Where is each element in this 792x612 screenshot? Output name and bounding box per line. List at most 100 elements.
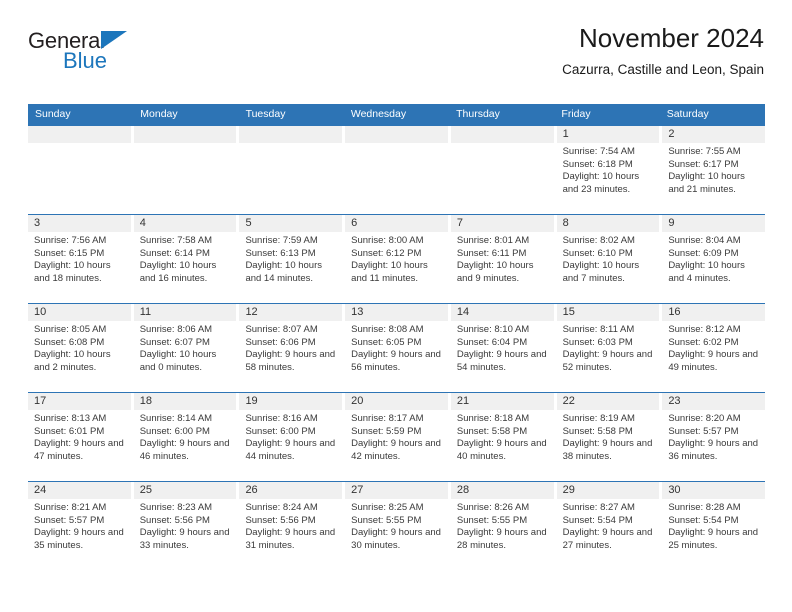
day-number: 30 bbox=[662, 482, 766, 499]
title-block: November 2024 Cazurra, Castille and Leon… bbox=[562, 23, 764, 78]
calendar-day-cell[interactable]: 29 Sunrise: 8:27 AM Sunset: 5:54 PM Dayligh… bbox=[556, 482, 663, 570]
sunset-text: Sunset: 6:03 PM bbox=[562, 336, 633, 348]
sunset-text: Sunset: 5:56 PM bbox=[139, 514, 210, 526]
sunset-text: Sunset: 5:55 PM bbox=[351, 514, 422, 526]
sunset-text: Sunset: 5:55 PM bbox=[456, 514, 528, 526]
sunset-text: Sunset: 6:01 PM bbox=[34, 425, 105, 437]
calendar-day-cell[interactable]: 3 Sunrise: 7:56 AM Sunset: 6:15 PM Daylight… bbox=[28, 215, 134, 303]
calendar-day-cell-empty bbox=[133, 126, 240, 214]
sunset-text: Sunset: 6:00 PM bbox=[245, 425, 316, 437]
calendar-day-cell[interactable]: 20 Sunrise: 8:17 AM Sunset: 5:59 PM Dayligh… bbox=[345, 393, 451, 481]
calendar-day-cell[interactable]: 2 Sunrise: 7:55 AM Sunset: 6:17 PM Daylight… bbox=[662, 126, 766, 214]
calendar-day-cell[interactable]: 22 Sunrise: 8:19 AM Sunset: 5:58 PM Dayligh… bbox=[556, 393, 663, 481]
day-number: 19 bbox=[239, 393, 343, 410]
daylight-text: Daylight: 9 hours and 25 minutes. bbox=[668, 527, 759, 551]
calendar-day-cell[interactable]: 24 Sunrise: 8:21 AM Sunset: 5:57 PM Dayligh… bbox=[28, 482, 134, 570]
day-number: 5 bbox=[239, 215, 343, 232]
day-number: 7 bbox=[450, 215, 554, 232]
daylight-text: Daylight: 9 hours and 30 minutes. bbox=[351, 527, 441, 551]
daylight-text: Daylight: 9 hours and 28 minutes. bbox=[456, 527, 547, 551]
sunrise-text: Sunrise: 8:19 AM bbox=[562, 413, 635, 424]
sunrise-text: Sunrise: 8:11 AM bbox=[562, 324, 635, 335]
sunset-text: Sunset: 6:07 PM bbox=[139, 336, 210, 348]
calendar-day-cell[interactable]: 16 Sunrise: 8:12 AM Sunset: 6:02 PM Dayligh… bbox=[662, 304, 766, 392]
calendar-day-cell[interactable]: 8 Sunrise: 8:02 AM Sunset: 6:10 PM Daylight… bbox=[556, 215, 663, 303]
calendar-day-cell[interactable]: 7 Sunrise: 8:01 AM Sunset: 6:11 PM Daylight… bbox=[450, 215, 557, 303]
sunset-text: Sunset: 6:10 PM bbox=[562, 247, 633, 259]
sunset-text: Sunset: 6:12 PM bbox=[351, 247, 422, 259]
calendar-day-cell[interactable]: 28 Sunrise: 8:26 AM Sunset: 5:55 PM Dayligh… bbox=[450, 482, 557, 570]
calendar-day-cell[interactable]: 17 Sunrise: 8:13 AM Sunset: 6:01 PM Dayligh… bbox=[28, 393, 134, 481]
daylight-text: Daylight: 9 hours and 49 minutes. bbox=[668, 349, 759, 373]
day-details: Sunrise: 8:14 AM Sunset: 6:00 PM Daylight:… bbox=[134, 410, 237, 463]
calendar-day-cell[interactable]: 27 Sunrise: 8:25 AM Sunset: 5:55 PM Dayligh… bbox=[345, 482, 451, 570]
day-number: 11 bbox=[133, 304, 237, 321]
day-number: 20 bbox=[345, 393, 448, 410]
calendar-day-cell[interactable]: 4 Sunrise: 7:58 AM Sunset: 6:14 PM Daylight… bbox=[133, 215, 240, 303]
sunrise-text: Sunrise: 8:27 AM bbox=[562, 502, 635, 513]
sunrise-text: Sunrise: 8:18 AM bbox=[456, 413, 530, 424]
daylight-text: Daylight: 9 hours and 36 minutes. bbox=[668, 438, 759, 462]
sunrise-text: Sunrise: 8:16 AM bbox=[245, 413, 318, 424]
day-details: Sunrise: 8:01 AM Sunset: 6:11 PM Daylight:… bbox=[451, 232, 554, 285]
sunrise-text: Sunrise: 8:13 AM bbox=[34, 413, 107, 424]
calendar-day-cell[interactable]: 30 Sunrise: 8:28 AM Sunset: 5:54 PM Dayligh… bbox=[662, 482, 766, 570]
calendar-day-cell[interactable]: 10 Sunrise: 8:05 AM Sunset: 6:08 PM Dayligh… bbox=[28, 304, 134, 392]
day-details: Sunrise: 8:23 AM Sunset: 5:56 PM Daylight:… bbox=[134, 499, 237, 552]
logo-triangle-icon bbox=[101, 31, 127, 49]
calendar-day-cell[interactable]: 19 Sunrise: 8:16 AM Sunset: 6:00 PM Dayligh… bbox=[239, 393, 346, 481]
sunrise-text: Sunrise: 8:04 AM bbox=[668, 235, 741, 246]
sunset-text: Sunset: 5:58 PM bbox=[456, 425, 528, 437]
day-number: 14 bbox=[450, 304, 554, 321]
daylight-text: Daylight: 9 hours and 42 minutes. bbox=[351, 438, 441, 462]
calendar-day-cell[interactable]: 15 Sunrise: 8:11 AM Sunset: 6:03 PM Dayligh… bbox=[556, 304, 663, 392]
calendar-day-cell[interactable]: 9 Sunrise: 8:04 AM Sunset: 6:09 PM Daylight… bbox=[662, 215, 766, 303]
sunset-text: Sunset: 5:54 PM bbox=[668, 514, 739, 526]
calendar-day-cell[interactable]: 6 Sunrise: 8:00 AM Sunset: 6:12 PM Daylight… bbox=[345, 215, 451, 303]
calendar-week-row: 1 Sunrise: 7:54 AM Sunset: 6:18 PM Daylight… bbox=[28, 125, 766, 214]
day-number: 3 bbox=[28, 215, 131, 232]
sunrise-text: Sunrise: 7:55 AM bbox=[668, 146, 741, 157]
calendar-day-cell[interactable]: 18 Sunrise: 8:14 AM Sunset: 6:00 PM Dayligh… bbox=[133, 393, 240, 481]
sunset-text: Sunset: 6:00 PM bbox=[139, 425, 210, 437]
calendar-day-cell[interactable]: 26 Sunrise: 8:24 AM Sunset: 5:56 PM Dayligh… bbox=[239, 482, 346, 570]
sunrise-text: Sunrise: 8:26 AM bbox=[456, 502, 530, 513]
calendar-day-cell[interactable]: 1 Sunrise: 7:54 AM Sunset: 6:18 PM Daylight… bbox=[556, 126, 663, 214]
calendar-day-cell[interactable]: 14 Sunrise: 8:10 AM Sunset: 6:04 PM Dayligh… bbox=[450, 304, 557, 392]
sunset-text: Sunset: 6:13 PM bbox=[245, 247, 316, 259]
daylight-text: Daylight: 9 hours and 40 minutes. bbox=[456, 438, 547, 462]
calendar-day-cell-empty bbox=[28, 126, 134, 214]
sunset-text: Sunset: 6:18 PM bbox=[562, 158, 633, 170]
calendar-day-cell[interactable]: 25 Sunrise: 8:23 AM Sunset: 5:56 PM Dayligh… bbox=[133, 482, 240, 570]
sunset-text: Sunset: 5:57 PM bbox=[34, 514, 105, 526]
day-number bbox=[450, 126, 554, 143]
daylight-text: Daylight: 9 hours and 35 minutes. bbox=[34, 527, 124, 551]
calendar-day-cell[interactable]: 5 Sunrise: 7:59 AM Sunset: 6:13 PM Daylight… bbox=[239, 215, 346, 303]
sunrise-text: Sunrise: 7:54 AM bbox=[562, 146, 635, 157]
logo-text-blue: Blue bbox=[63, 48, 108, 73]
day-number: 13 bbox=[345, 304, 448, 321]
general-blue-logo[interactable]: General Blue bbox=[28, 30, 168, 80]
daylight-text: Daylight: 10 hours and 4 minutes. bbox=[668, 260, 745, 284]
day-number: 26 bbox=[239, 482, 343, 499]
day-number: 12 bbox=[239, 304, 343, 321]
sunrise-text: Sunrise: 8:24 AM bbox=[245, 502, 318, 513]
day-details: Sunrise: 8:13 AM Sunset: 6:01 PM Daylight:… bbox=[28, 410, 131, 463]
weekday-header-row: Sunday Monday Tuesday Wednesday Thursday Frid… bbox=[28, 104, 765, 125]
day-number: 16 bbox=[662, 304, 766, 321]
calendar-day-cell[interactable]: 23 Sunrise: 8:20 AM Sunset: 5:57 PM Dayligh… bbox=[662, 393, 766, 481]
sunset-text: Sunset: 6:09 PM bbox=[668, 247, 739, 259]
day-number bbox=[28, 126, 131, 143]
sunset-text: Sunset: 5:57 PM bbox=[668, 425, 739, 437]
calendar-day-cell[interactable]: 12 Sunrise: 8:07 AM Sunset: 6:06 PM Dayligh… bbox=[239, 304, 346, 392]
calendar-day-cell[interactable]: 13 Sunrise: 8:08 AM Sunset: 6:05 PM Dayligh… bbox=[345, 304, 451, 392]
sunset-text: Sunset: 6:04 PM bbox=[456, 336, 528, 348]
daylight-text: Daylight: 10 hours and 21 minutes. bbox=[668, 171, 745, 195]
sunrise-text: Sunrise: 7:58 AM bbox=[139, 235, 213, 246]
daylight-text: Daylight: 10 hours and 7 minutes. bbox=[562, 260, 640, 284]
day-details: Sunrise: 8:19 AM Sunset: 5:58 PM Daylight:… bbox=[557, 410, 660, 463]
page-title: November 2024 bbox=[579, 23, 764, 53]
calendar-week-row: 3 Sunrise: 7:56 AM Sunset: 6:15 PM Daylight… bbox=[28, 214, 766, 303]
calendar-day-cell[interactable]: 11 Sunrise: 8:06 AM Sunset: 6:07 PM Dayligh… bbox=[133, 304, 240, 392]
calendar-day-cell[interactable]: 21 Sunrise: 8:18 AM Sunset: 5:58 PM Dayligh… bbox=[450, 393, 557, 481]
